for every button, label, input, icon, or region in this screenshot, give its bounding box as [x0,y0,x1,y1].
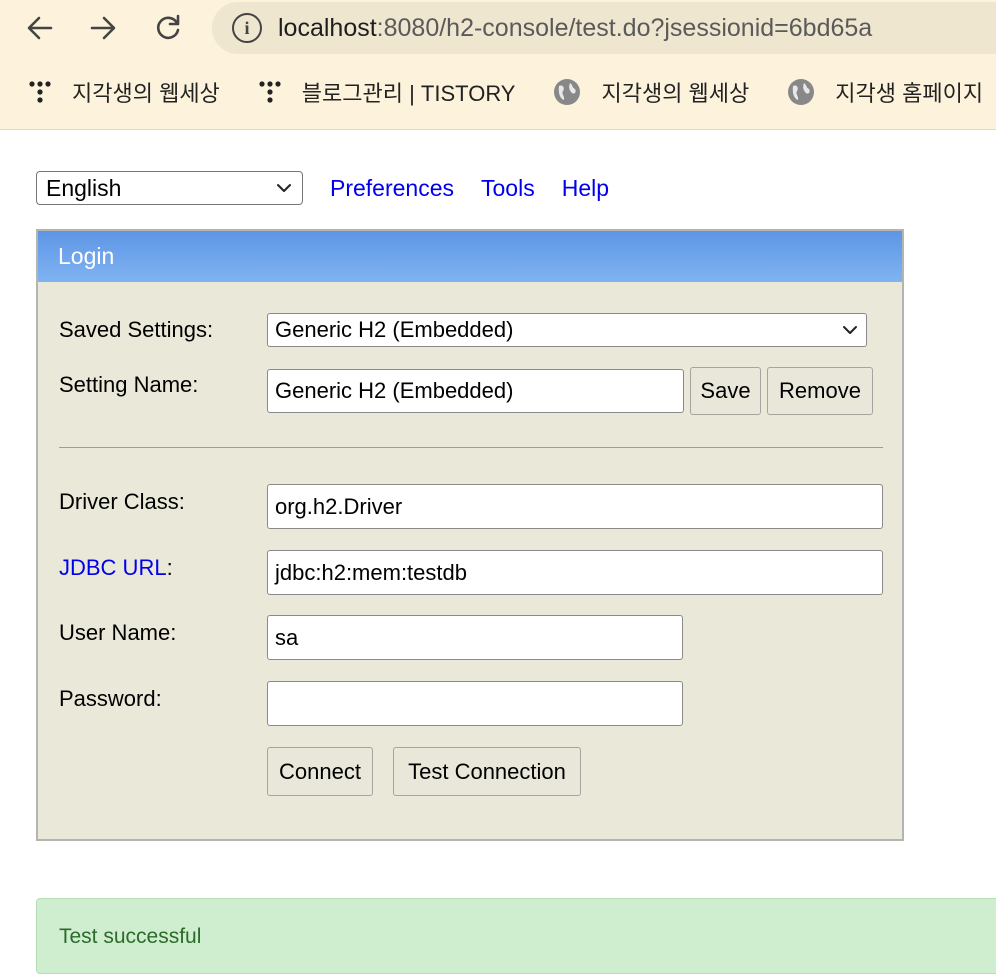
tistory-dots-icon [258,80,282,104]
browser-toolbar: i localhost:8080/h2-console/test.do?jses… [0,0,996,130]
bookmark-label: 블로그관리 | TISTORY [301,81,516,106]
globe-icon [553,78,581,106]
language-value: English [46,175,122,201]
bookmark-label: 지각생 홈페이지 [835,81,984,106]
jdbc-url-colon: : [166,555,173,580]
jdbc-url-value: jdbc:h2:mem:testdb [275,559,467,585]
back-button[interactable] [18,6,62,50]
url-host: localhost [278,13,377,42]
status-message: Test successful [36,898,996,974]
bookmark-item[interactable]: 지각생 홈페이지 [787,76,983,108]
jdbc-url-link[interactable]: JDBC URL [59,555,167,580]
saved-settings-select[interactable]: Generic H2 (Embedded) [267,313,867,347]
chevron-down-icon [843,326,857,334]
setting-name-input[interactable]: Generic H2 (Embedded) [267,369,684,413]
reload-button[interactable] [146,6,190,50]
url-path: :8080/h2-console/test.do?jsessionid=6bd6… [376,13,873,42]
address-bar[interactable]: i localhost:8080/h2-console/test.do?jses… [212,2,996,54]
password-input[interactable] [267,681,683,726]
chevron-down-icon [277,184,291,192]
user-name-value: sa [275,624,299,650]
help-link[interactable]: Help [562,175,609,202]
setting-name-value: Generic H2 (Embedded) [275,378,514,403]
globe-icon [787,78,815,106]
top-links: Preferences Tools Help [330,172,636,204]
login-panel: Login Saved Settings: Generic H2 (Embedd… [36,229,904,841]
setting-name-label: Setting Name: [59,372,199,397]
connect-button[interactable]: Connect [267,747,373,796]
language-select[interactable]: English [36,171,303,205]
jdbc-url-label: JDBC URL: [59,555,173,581]
tistory-dots-icon [28,80,52,104]
password-label: Password: [59,686,162,711]
driver-class-label: Driver Class: [59,489,185,514]
driver-class-input[interactable]: org.h2.Driver [267,484,883,529]
bookmark-item[interactable]: 지각생의 웹세상 [28,76,220,108]
divider [59,447,883,448]
remove-button[interactable]: Remove [767,367,873,415]
tools-link[interactable]: Tools [481,175,535,202]
saved-settings-value: Generic H2 (Embedded) [275,317,514,342]
arrow-left-icon [27,16,53,40]
jdbc-url-input[interactable]: jdbc:h2:mem:testdb [267,550,883,595]
test-connection-button[interactable]: Test Connection [393,747,581,796]
bookmarks-bar: 지각생의 웹세상 블로그관리 | TISTORY 지각생의 웹세상 지각생 홈페… [0,66,996,118]
reload-icon [157,14,180,40]
bookmark-item[interactable]: 블로그관리 | TISTORY [258,76,516,108]
forward-button[interactable] [81,6,125,50]
user-name-input[interactable]: sa [267,615,683,660]
bookmark-label: 지각생의 웹세상 [72,81,220,106]
info-icon[interactable]: i [232,13,262,43]
arrow-right-icon [90,16,116,40]
preferences-link[interactable]: Preferences [330,175,454,202]
login-title: Login [38,231,902,282]
save-button[interactable]: Save [690,367,761,415]
driver-class-value: org.h2.Driver [275,493,403,519]
saved-settings-label: Saved Settings: [59,317,214,342]
bookmark-item[interactable]: 지각생의 웹세상 [553,76,749,108]
user-name-label: User Name: [59,620,177,645]
bookmark-label: 지각생의 웹세상 [601,81,750,106]
